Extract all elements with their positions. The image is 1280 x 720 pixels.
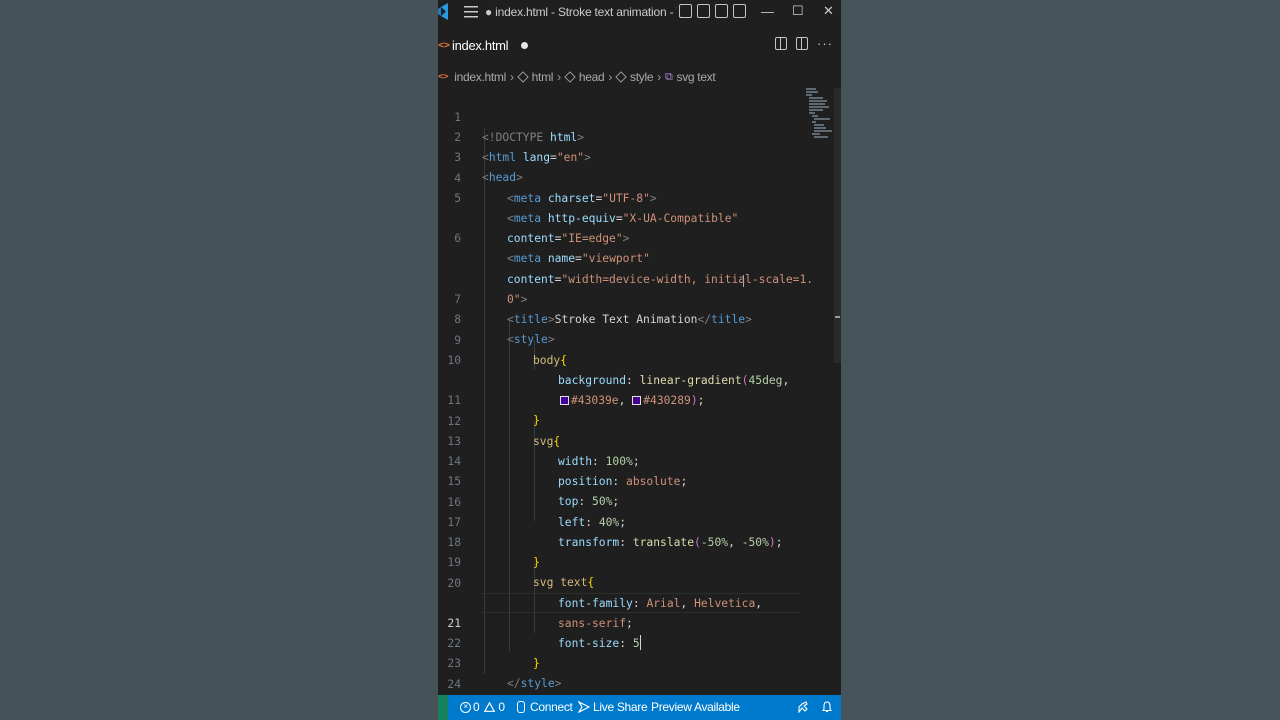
error-icon: × (460, 701, 471, 713)
code-line: 2 <html lang="en"> (438, 108, 841, 164)
preview-label: Preview Available (651, 700, 740, 714)
toggle-primary-sidebar-icon[interactable] (679, 4, 692, 18)
mouse-ibeam-cursor (743, 275, 744, 287)
status-bar: × 0 0 Connect Live Share Preview Availab… (438, 695, 841, 720)
element-icon (564, 71, 576, 83)
layout-controls (679, 4, 746, 18)
connect-item[interactable]: Connect (517, 700, 573, 714)
tab-index-html[interactable]: <> index.html (438, 32, 532, 58)
code-line: 6 <meta name="viewport" (438, 209, 841, 265)
live-share-icon (578, 701, 590, 713)
code-line: 11 } (438, 371, 841, 427)
remote-indicator[interactable] (438, 695, 448, 720)
code-line: 20 font-family: Arial, Helvetica, (438, 554, 841, 610)
close-button[interactable]: ✕ (823, 3, 834, 19)
code-line: 15 top: 50%; (438, 452, 841, 508)
open-preview-icon[interactable] (775, 37, 787, 50)
element-icon (516, 71, 529, 83)
warning-count: 0 (498, 700, 505, 714)
code-line: 7 <title>Stroke Text Animation</title> (438, 270, 841, 326)
toggle-secondary-sidebar-icon[interactable] (715, 4, 728, 18)
code-line: 10 background: linear-gradient(45deg, (438, 331, 841, 387)
vscode-window: ● index.html - Stroke text animation - V… (438, 0, 841, 720)
code-line: 25 <body> (438, 675, 841, 720)
element-icon (615, 71, 627, 83)
code-line: 16 left: 40%; (438, 473, 841, 529)
accounts-item[interactable] (797, 701, 809, 713)
code-line: 17 transform: translate(-50%, -50%); (438, 493, 841, 549)
problems-indicator[interactable]: × 0 0 (460, 700, 505, 714)
person-voice-icon (798, 701, 808, 713)
code-line: 5 <meta http-equiv="X-UA-Compatible" (438, 169, 841, 225)
scrollbar-cursor-marker (835, 316, 840, 318)
code-line-wrap: 0"> (438, 250, 841, 306)
database-icon (517, 701, 525, 713)
split-editor-icon[interactable] (796, 37, 808, 50)
code-line-wrap: #43039e, #430289); (438, 351, 841, 407)
code-line-active: 21 font-size: 5 (438, 594, 841, 650)
code-line: 18 } (438, 513, 841, 569)
warning-icon (484, 702, 496, 712)
code-line: 14 position: absolute; (438, 432, 841, 488)
error-count: 0 (473, 700, 480, 714)
bell-icon (822, 701, 832, 713)
tab-label: index.html (452, 37, 509, 53)
minimize-button[interactable]: — (761, 4, 774, 19)
breadcrumb-item-svg-text[interactable]: ⧉ svg text (665, 70, 716, 84)
code-line: 24 </head> (438, 655, 841, 711)
code-line: 13 width: 100%; (438, 412, 841, 468)
notifications-item[interactable] (822, 701, 832, 713)
preview-item[interactable]: Preview Available (651, 700, 740, 714)
code-line: 12 svg{ (438, 392, 841, 448)
background-right (841, 0, 1280, 720)
vertical-scrollbar[interactable] (834, 88, 841, 363)
title-bar: ● index.html - Stroke text animation - V… (438, 0, 841, 24)
menu-icon[interactable] (464, 6, 478, 18)
maximize-button[interactable]: ☐ (792, 3, 804, 19)
unsaved-dot-icon[interactable] (521, 41, 529, 49)
code-line-wrap: sans-serif; (438, 574, 841, 630)
code-line: 4 <meta charset="UTF-8"> (438, 149, 841, 205)
editor-actions: ··· (775, 37, 833, 50)
window-title: ● index.html - Stroke text animation - V… (485, 5, 677, 19)
minimap[interactable] (804, 88, 834, 148)
background-left (0, 0, 438, 720)
code-line: 8 <style> (438, 290, 841, 346)
code-editor[interactable]: 1 <!DOCTYPE html> 2 <html lang="en"> 3 <… (438, 88, 841, 720)
code-line: 3 <head> (438, 128, 841, 184)
breadcrumb-item-head[interactable]: head (564, 70, 605, 84)
chevron-right-icon: › (557, 70, 561, 84)
tab-bar: <> index.html ··· (438, 24, 841, 66)
live-share-item[interactable]: Live Share (578, 700, 648, 714)
code-line-wrap: content="IE=edge"> (438, 189, 841, 245)
breadcrumb-item-file[interactable]: <> index.html (438, 70, 506, 84)
breadcrumb-item-html[interactable]: html (516, 70, 553, 84)
html-file-icon: <> (438, 39, 451, 51)
connect-label: Connect (530, 700, 573, 714)
live-share-label: Live Share (593, 700, 648, 714)
breadcrumb: <> index.html › html › head › style › ⧉ … (438, 66, 841, 88)
code-line: 9 body{ (438, 311, 841, 367)
code-line: 1 <!DOCTYPE html> (438, 88, 841, 144)
vscode-logo-icon (438, 3, 448, 20)
chevron-right-icon: › (509, 70, 514, 84)
code-line: 23 </style> (438, 634, 841, 690)
chevron-right-icon: › (608, 70, 613, 84)
more-actions-icon[interactable]: ··· (817, 37, 833, 50)
chevron-right-icon: › (657, 70, 661, 84)
breadcrumb-item-style[interactable]: style (615, 70, 654, 84)
customize-layout-icon[interactable] (733, 4, 746, 18)
html-file-icon: <> (438, 72, 449, 82)
toggle-panel-icon[interactable] (697, 4, 710, 18)
code-line: 22 } (438, 614, 841, 670)
code-line: 19 svg text{ (438, 533, 841, 589)
code-line-wrap: content="width=device-width, initial-sca… (438, 230, 841, 286)
selector-symbol-icon: ⧉ (664, 70, 673, 83)
